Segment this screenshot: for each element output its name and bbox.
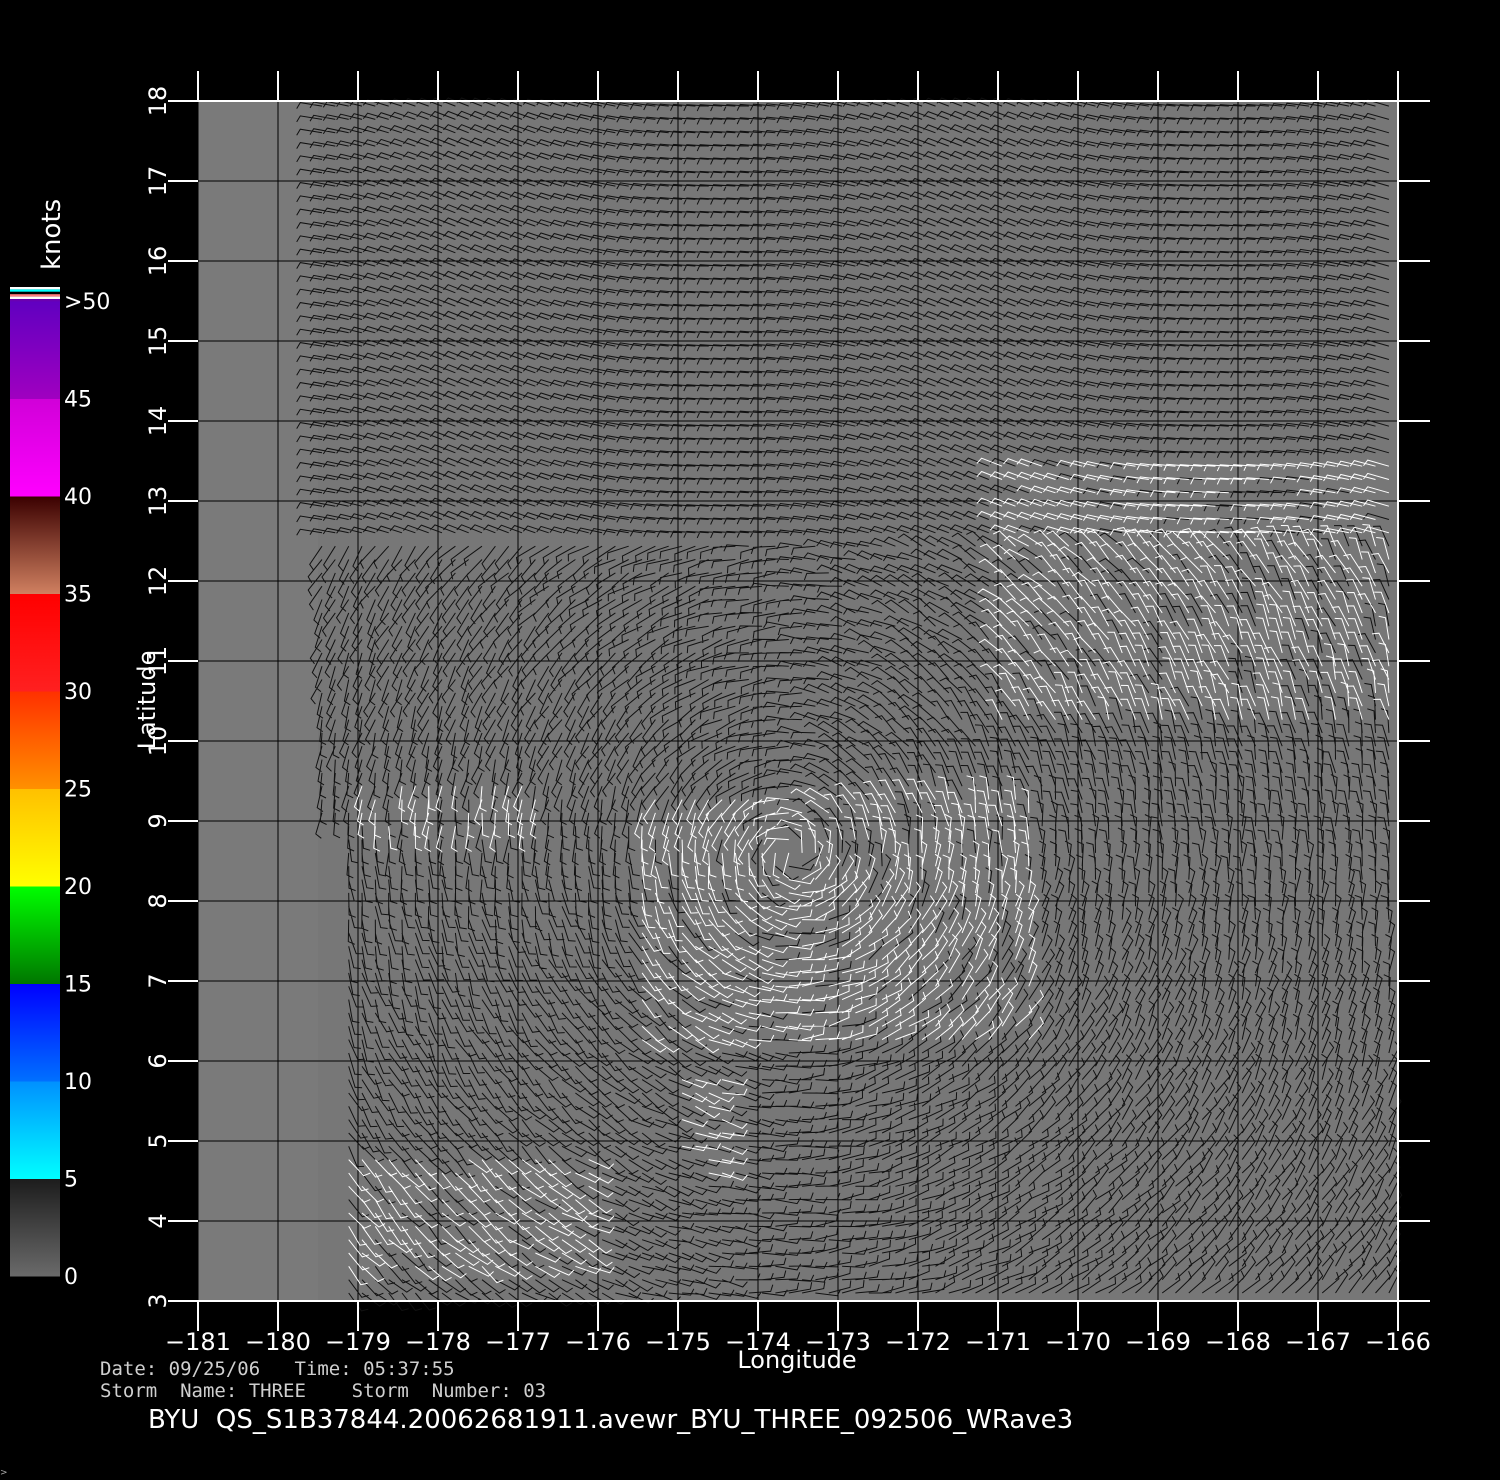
y-tick-label: 9 xyxy=(144,813,172,828)
colorbar-label: 45 xyxy=(64,388,92,413)
colorbar-band xyxy=(10,593,60,692)
no-data-strip xyxy=(198,101,318,1301)
y-tick-label: 13 xyxy=(144,486,172,517)
colorbar-top-stripe xyxy=(10,289,60,292)
colorbar-label: 10 xyxy=(64,1070,92,1095)
x-tick-label: −178 xyxy=(405,1328,471,1356)
colorbar-label: 5 xyxy=(64,1168,78,1193)
x-tick-label: −166 xyxy=(1365,1328,1431,1356)
colorbar-band xyxy=(10,983,60,1082)
colorbar-label: 35 xyxy=(64,583,92,608)
colorbar-label: 25 xyxy=(64,778,92,803)
y-tick-label: 17 xyxy=(144,166,172,197)
x-tick-label: −181 xyxy=(165,1328,231,1356)
y-tick-label: 16 xyxy=(144,246,172,277)
storm-info-line: Storm Name: THREE Storm Number: 03 xyxy=(100,1380,547,1402)
y-tick-label: 5 xyxy=(144,1133,172,1148)
colorbar-top-stripe xyxy=(10,291,60,295)
colorbar-label: >50 xyxy=(64,290,110,315)
y-tick-label: 18 xyxy=(144,86,172,117)
colorbar-band xyxy=(10,1178,60,1277)
y-tick-label: 4 xyxy=(144,1213,172,1228)
x-tick-label: −180 xyxy=(245,1328,311,1356)
x-tick-label: −171 xyxy=(965,1328,1031,1356)
x-tick-label: −169 xyxy=(1125,1328,1191,1356)
x-tick-label: −168 xyxy=(1205,1328,1271,1356)
y-axis-label: Latitude xyxy=(133,651,161,750)
y-tick-label: 14 xyxy=(144,406,172,437)
colorbar-label: 40 xyxy=(64,485,92,510)
colorbar-band xyxy=(10,398,60,497)
x-tick-label: −175 xyxy=(645,1328,711,1356)
colorbar-top-stripe xyxy=(10,299,60,302)
colorbar-band xyxy=(10,496,60,594)
y-tick-label: 15 xyxy=(144,326,172,357)
y-tick-label: 3 xyxy=(144,1293,172,1308)
x-tick-label: −177 xyxy=(485,1328,551,1356)
wind-chart: 051015202530354045>50 −181 −180 −179 −178 −1… xyxy=(0,0,1500,1400)
x-tick-label: −172 xyxy=(885,1328,951,1356)
colorbar-band xyxy=(10,886,60,984)
colorbar-label: 0 xyxy=(64,1265,78,1290)
x-axis-label: Longitude xyxy=(737,1346,856,1374)
colorbar-band xyxy=(10,1081,60,1179)
colorbar-top-stripe xyxy=(10,294,60,297)
product-title: BYU QS_S1B37844.20062681911.avewr_BYU_TH… xyxy=(148,1405,1074,1435)
colorbar-label: 15 xyxy=(64,973,92,998)
colorbar-band xyxy=(10,788,60,887)
colorbar-band xyxy=(10,691,60,789)
x-tick-label: −167 xyxy=(1285,1328,1351,1356)
corner-mark: > xyxy=(0,1468,8,1478)
colorbar-top-stripe xyxy=(10,287,60,290)
colorbar-unit-label: knots xyxy=(37,199,67,270)
colorbar-top-stripe xyxy=(10,296,60,299)
colorbar-label: 30 xyxy=(64,680,92,705)
y-tick-label: 12 xyxy=(144,566,172,597)
y-tick-label: 6 xyxy=(144,1053,172,1068)
colorbar-band xyxy=(10,301,60,399)
y-tick-label: 8 xyxy=(144,893,172,908)
x-tick-label: −170 xyxy=(1045,1328,1111,1356)
colorbar-label: 20 xyxy=(64,875,92,900)
x-tick-label: −179 xyxy=(325,1328,391,1356)
date-time-line: Date: 09/25/06 Time: 05:37:55 xyxy=(100,1358,455,1380)
y-tick-label: 7 xyxy=(144,973,172,988)
x-tick-label: −176 xyxy=(565,1328,631,1356)
